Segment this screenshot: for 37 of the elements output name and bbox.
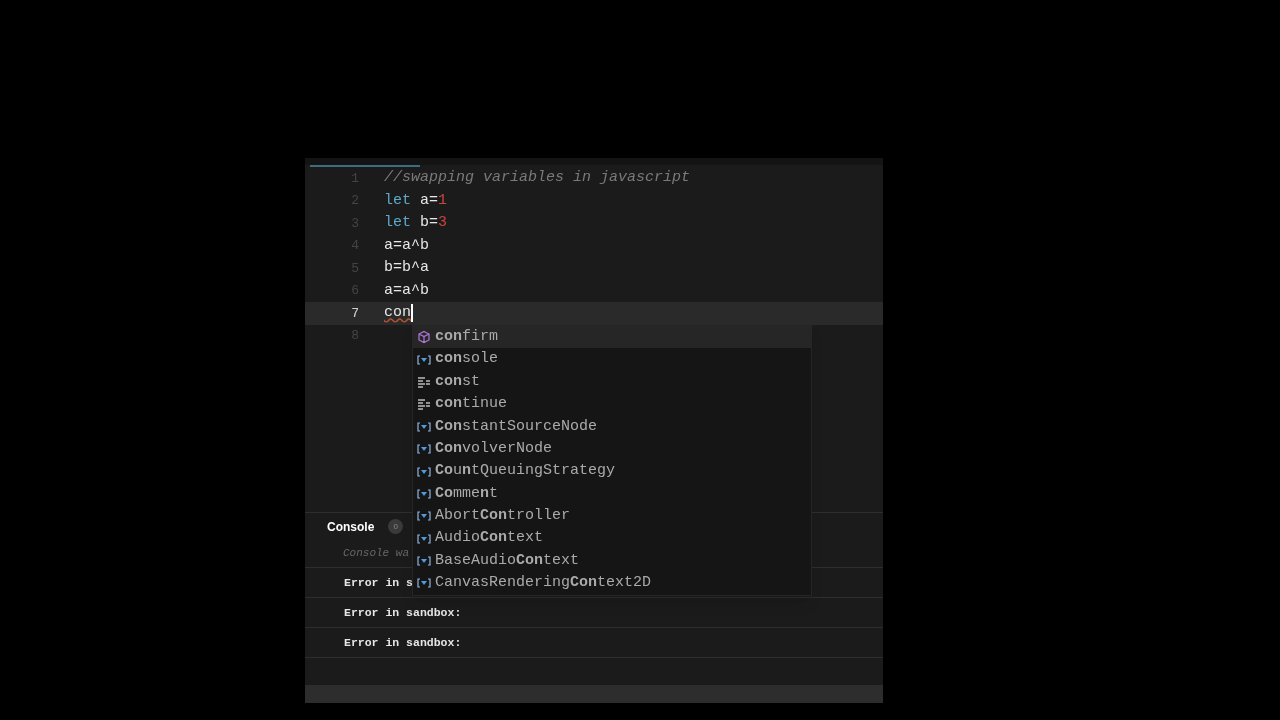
line-number: 7 bbox=[350, 304, 359, 323]
console-error: Error in sandbox: bbox=[344, 604, 462, 621]
variable-icon bbox=[417, 555, 431, 568]
cube-icon bbox=[417, 330, 431, 345]
variable-icon bbox=[417, 353, 431, 366]
suggestion-item[interactable]: const bbox=[413, 370, 811, 394]
console-title: Console bbox=[327, 518, 375, 536]
console-message: Console wa bbox=[343, 546, 409, 562]
variable-icon bbox=[417, 465, 431, 478]
code-line: let a=1 bbox=[384, 190, 448, 211]
suggestion-item[interactable]: BaseAudioContext bbox=[413, 549, 811, 573]
code-line: con bbox=[384, 302, 413, 325]
suggestion-item[interactable]: ConvolverNode bbox=[413, 437, 811, 461]
variable-icon bbox=[417, 510, 431, 523]
code-line: //swapping variables in javascript bbox=[384, 168, 691, 188]
suggestion-item[interactable]: Comment bbox=[413, 482, 811, 506]
suggestion-item[interactable]: CountQueuingStrategy bbox=[413, 460, 811, 483]
console-error: Error in s bbox=[344, 574, 413, 591]
variable-icon bbox=[417, 487, 431, 500]
suggestion-item[interactable]: CanvasRenderingContext2D bbox=[413, 572, 811, 595]
code-line: a=a^b bbox=[384, 280, 429, 301]
variable-icon bbox=[417, 532, 431, 545]
code-line: b=b^a bbox=[384, 258, 429, 278]
keyword-icon bbox=[417, 398, 431, 411]
code-line: let b=3 bbox=[384, 213, 448, 233]
code-line: a=a^b bbox=[384, 235, 429, 256]
variable-icon bbox=[417, 420, 431, 433]
variable-icon bbox=[417, 577, 431, 590]
suggestion-item[interactable]: AbortController bbox=[413, 505, 811, 528]
suggestion-item[interactable]: continue bbox=[413, 393, 811, 416]
suggestion-item[interactable]: ConstantSourceNode bbox=[413, 415, 811, 438]
suggestion-item[interactable]: console bbox=[413, 348, 811, 371]
variable-icon bbox=[417, 443, 431, 456]
suggestion-item[interactable]: AudioContext bbox=[413, 527, 811, 550]
keyword-icon bbox=[417, 375, 431, 388]
suggestion-item[interactable]: confirm bbox=[413, 326, 811, 349]
console-error: Error in sandbox: bbox=[344, 634, 462, 651]
